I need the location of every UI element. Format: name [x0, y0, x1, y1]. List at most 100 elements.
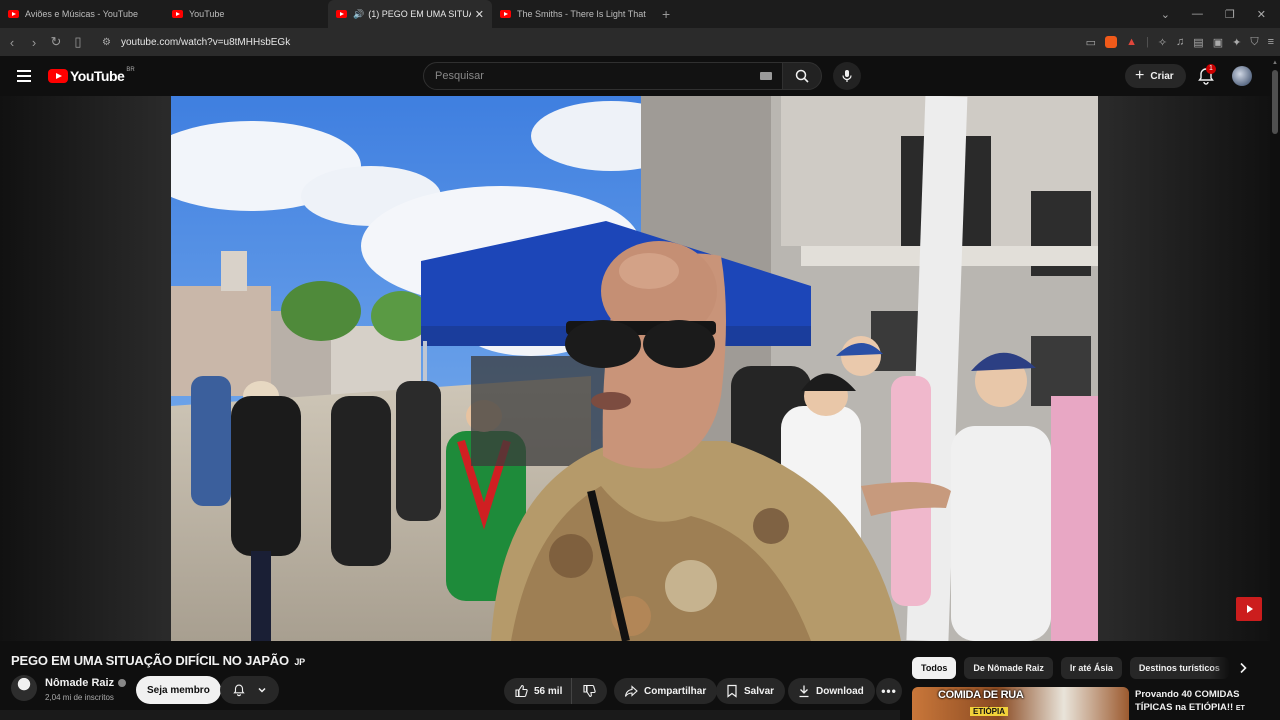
- forward-icon[interactable]: ›: [24, 35, 44, 50]
- search-box: [423, 62, 783, 90]
- youtube-favicon-icon: [8, 10, 19, 18]
- description-box-edge: [0, 710, 900, 720]
- share-icon: [624, 685, 638, 697]
- dislike-button[interactable]: [572, 684, 606, 698]
- share-label: Compartilhar: [644, 685, 707, 697]
- channel-avatar[interactable]: [11, 675, 37, 701]
- channel-name[interactable]: Nômade Raiz: [45, 677, 127, 689]
- site-settings-icon[interactable]: ⚙: [102, 37, 111, 48]
- chip-channel[interactable]: De Nômade Raiz: [964, 657, 1053, 679]
- download-button[interactable]: Download: [788, 678, 875, 704]
- thumbnail-subtext: ETIÓPIA: [970, 707, 1009, 716]
- chevron-right-icon: [1240, 662, 1247, 674]
- vpn-icon[interactable]: ⛉: [1250, 36, 1258, 49]
- recommendation-flag: ET: [1235, 705, 1245, 712]
- like-count: 56 mil: [534, 685, 563, 697]
- restore-icon[interactable]: ❐: [1225, 8, 1235, 21]
- video-frame-image: [171, 96, 1098, 641]
- brave-shield-icon[interactable]: [1105, 36, 1118, 48]
- logo-wordmark: YouTube: [70, 68, 125, 84]
- thumbnail-text: COMIDA DE RUA: [938, 689, 1024, 701]
- browser-tab-2[interactable]: YouTube: [164, 0, 328, 28]
- video-player[interactable]: [0, 96, 1270, 641]
- tab-title: The Smiths - There Is Light That Nev: [517, 9, 648, 19]
- recommendation-thumbnail[interactable]: COMIDA DE RUA ETIÓPIA: [912, 687, 1129, 720]
- reload-icon[interactable]: ↻: [46, 34, 66, 50]
- bookmark-save-icon: [727, 684, 737, 698]
- download-label: Download: [816, 685, 864, 697]
- leo-ai-icon[interactable]: ✦: [1232, 36, 1241, 49]
- close-window-icon[interactable]: ✕: [1257, 8, 1266, 21]
- search-icon: [795, 69, 809, 83]
- chips-fade: [1210, 657, 1230, 679]
- voice-search-button[interactable]: [833, 62, 861, 90]
- scrollbar-thumb[interactable]: [1272, 70, 1278, 134]
- cast-icon[interactable]: ▭: [1086, 36, 1096, 49]
- channel-watermark-icon[interactable]: [1236, 597, 1262, 621]
- verified-check-icon: [118, 679, 127, 687]
- speaker-icon[interactable]: 🔊: [353, 9, 364, 20]
- sidebar-icon[interactable]: ▤: [1193, 36, 1203, 49]
- bookmark-icon[interactable]: ▯: [68, 34, 88, 50]
- video-title-text: PEGO EM UMA SITUAÇÃO DIFÍCIL NO JAPÃO: [11, 653, 289, 668]
- address-bar: ‹ › ↻ ▯ ⚙ youtube.com/watch?v=u8tMHHsbEG…: [0, 28, 1280, 56]
- country-code: BR: [126, 67, 135, 73]
- more-horizontal-icon: •••: [881, 684, 897, 698]
- browser-toolbar-right: ▭ ▲ | ✧ ♫ ▤ ▣ ✦ ⛉ ≡: [1086, 28, 1274, 56]
- scroll-up-icon[interactable]: ▲: [1272, 60, 1278, 66]
- join-button[interactable]: Seja membro: [136, 676, 221, 704]
- guide-menu-icon[interactable]: [17, 70, 31, 82]
- tab-search-chevron-icon[interactable]: ⌄: [1161, 8, 1170, 21]
- create-button[interactable]: + Criar: [1125, 64, 1186, 88]
- search-button[interactable]: [782, 62, 822, 90]
- recommendation-title-text: Provando 40 COMIDAS TÍPICAS na ETIÓPIA!!: [1135, 689, 1240, 713]
- related-filter-chips: Todos De Nômade Raiz Ir até Ásia Destino…: [912, 657, 1229, 679]
- thumbs-up-icon: [515, 684, 528, 698]
- keyboard-icon[interactable]: [760, 72, 772, 80]
- browser-tab-3-active[interactable]: 🔊 (1) PEGO EM UMA SITUAÇÃO ✕: [328, 0, 492, 28]
- rewards-triangle-icon[interactable]: ▲: [1126, 36, 1137, 48]
- url-field[interactable]: ⚙ youtube.com/watch?v=u8tMHHsbEGk: [102, 37, 290, 48]
- chevron-down-icon: [258, 687, 266, 693]
- back-icon[interactable]: ‹: [2, 35, 22, 50]
- subscriber-count: 2,04 mi de inscritos: [45, 693, 114, 702]
- separator-icon: |: [1145, 36, 1149, 48]
- create-label: Criar: [1150, 70, 1174, 82]
- more-actions-button[interactable]: •••: [876, 678, 902, 704]
- recommendation-title[interactable]: Provando 40 COMIDAS TÍPICAS na ETIÓPIA!!…: [1135, 688, 1267, 715]
- save-button[interactable]: Salvar: [716, 678, 786, 704]
- tab-title: (1) PEGO EM UMA SITUAÇÃO: [368, 9, 471, 19]
- bell-icon: [233, 684, 245, 697]
- close-tab-icon[interactable]: ✕: [475, 8, 484, 21]
- wallet-icon[interactable]: ▣: [1213, 36, 1223, 49]
- channel-name-text: Nômade Raiz: [45, 677, 115, 689]
- tab-title: YouTube: [189, 9, 225, 19]
- browser-tab-1[interactable]: Aviões e Músicas - YouTube: [0, 0, 164, 28]
- chip-todos[interactable]: Todos: [912, 657, 957, 679]
- save-label: Salvar: [744, 685, 775, 697]
- chip-asia[interactable]: Ir até Ásia: [1060, 657, 1122, 679]
- youtube-play-logo-icon: [48, 69, 68, 83]
- video-frame[interactable]: [171, 96, 1098, 641]
- plus-icon: +: [1135, 67, 1145, 84]
- account-avatar[interactable]: [1232, 66, 1252, 86]
- subscription-notification-button[interactable]: [220, 676, 279, 704]
- page-scrollbar[interactable]: [1270, 56, 1280, 720]
- search-input[interactable]: [435, 70, 735, 82]
- window-controls: ⌄ — ❐ ✕: [1161, 0, 1280, 28]
- minimize-icon[interactable]: —: [1192, 8, 1203, 20]
- youtube-favicon-icon: [172, 10, 183, 18]
- browser-tab-4[interactable]: The Smiths - There Is Light That Nev: [492, 0, 656, 28]
- like-button[interactable]: 56 mil: [504, 678, 572, 704]
- share-button[interactable]: Compartilhar: [614, 678, 718, 704]
- menu-icon[interactable]: ≡: [1268, 36, 1274, 48]
- like-dislike-group: 56 mil: [504, 678, 607, 704]
- music-note-icon[interactable]: ♫: [1176, 36, 1184, 48]
- youtube-favicon-icon: [500, 10, 511, 18]
- chips-next-button[interactable]: [1232, 657, 1254, 679]
- new-tab-icon[interactable]: +: [662, 6, 670, 22]
- extensions-icon[interactable]: ✧: [1158, 36, 1167, 49]
- url-text: youtube.com/watch?v=u8tMHHsbEGk: [120, 36, 291, 48]
- youtube-masthead: YouTube BR + Criar 1: [0, 56, 1280, 96]
- youtube-logo[interactable]: YouTube BR: [48, 67, 135, 84]
